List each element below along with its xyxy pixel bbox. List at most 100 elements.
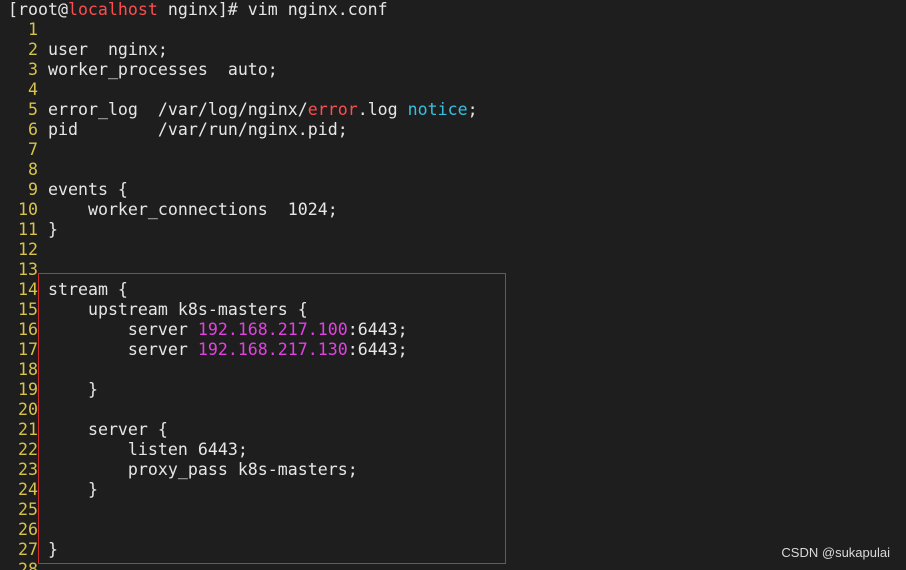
line-number: 14 xyxy=(18,280,38,299)
line-number: 6 xyxy=(28,120,38,139)
code-token-plain: user nginx; xyxy=(48,40,168,59)
code-token-plain: } xyxy=(48,540,58,559)
line-number: 25 xyxy=(18,500,38,519)
code-token-plain: } xyxy=(48,480,98,499)
editor-line[interactable]: 24 } xyxy=(0,480,906,500)
line-number: 18 xyxy=(18,360,38,379)
code-token-plain: server xyxy=(48,320,198,339)
line-number: 4 xyxy=(28,80,38,99)
shell-prompt: [root@localhost nginx]# vim nginx.conf xyxy=(8,0,388,20)
editor-line[interactable]: 12 xyxy=(0,240,906,260)
line-number: 1 xyxy=(28,20,38,39)
code-token-plain: .log xyxy=(357,100,408,119)
editor-line[interactable]: 23 proxy_pass k8s-masters; xyxy=(0,460,906,480)
editor-line[interactable]: 7 xyxy=(0,140,906,160)
line-number: 7 xyxy=(28,140,38,159)
line-number: 17 xyxy=(18,340,38,359)
line-number: 23 xyxy=(18,460,38,479)
line-number: 5 xyxy=(28,100,38,119)
line-number: 16 xyxy=(18,320,38,339)
code-token-plain: server xyxy=(48,340,198,359)
editor-line[interactable]: 2 user nginx; xyxy=(0,40,906,60)
editor-line[interactable]: 6 pid /var/run/nginx.pid; xyxy=(0,120,906,140)
editor-line[interactable]: 4 xyxy=(0,80,906,100)
line-code: } xyxy=(38,540,58,560)
line-code: pid /var/run/nginx.pid; xyxy=(38,120,348,140)
editor-line[interactable]: 20 xyxy=(0,400,906,420)
editor-line[interactable]: 1 xyxy=(0,20,906,40)
code-token-plain: :6443; xyxy=(347,340,408,359)
line-number: 19 xyxy=(18,380,38,399)
line-number: 24 xyxy=(18,480,38,499)
line-code: proxy_pass k8s-masters; xyxy=(38,460,358,480)
code-token-plain: server { xyxy=(48,420,168,439)
editor-line[interactable]: 28 xyxy=(0,560,906,570)
line-code: listen 6443; xyxy=(38,440,248,460)
editor-line[interactable]: 17 server 192.168.217.130:6443; xyxy=(0,340,906,360)
editor-line[interactable]: 10 worker_connections 1024; xyxy=(0,200,906,220)
line-number: 3 xyxy=(28,60,38,79)
code-token-plain: :6443; xyxy=(347,320,408,339)
code-token-plain: worker_connections 1024; xyxy=(48,200,338,219)
line-code: } xyxy=(38,480,98,500)
code-token-plain: ; xyxy=(467,100,478,119)
code-token-plain: } xyxy=(48,380,98,399)
code-token-plain: pid /var/run/nginx.pid; xyxy=(48,120,348,139)
code-token-plain: proxy_pass k8s-masters; xyxy=(48,460,358,479)
code-token-ip: 192.168.217.100 xyxy=(197,320,348,339)
line-number: 28 xyxy=(18,560,38,570)
editor-line[interactable]: 21 server { xyxy=(0,420,906,440)
code-token-plain: stream { xyxy=(48,280,128,299)
line-code: server 192.168.217.130:6443; xyxy=(38,340,408,360)
editor-line[interactable]: 27} xyxy=(0,540,906,560)
editor-line[interactable]: 18 xyxy=(0,360,906,380)
line-number: 12 xyxy=(18,240,38,259)
terminal-window[interactable]: [root@localhost nginx]# vim nginx.conf 1… xyxy=(0,0,906,570)
code-token-plain: listen 6443; xyxy=(48,440,248,459)
line-number: 2 xyxy=(28,40,38,59)
code-token-err: error xyxy=(307,100,358,119)
line-number: 27 xyxy=(18,540,38,559)
code-token-plain: worker_processes auto; xyxy=(48,60,278,79)
prompt-bracket: [ xyxy=(8,0,18,19)
line-code: server { xyxy=(38,420,168,440)
line-code: error_log /var/log/nginx/error.log notic… xyxy=(38,100,478,120)
editor-line[interactable]: 5 error_log /var/log/nginx/error.log noti… xyxy=(0,100,906,120)
editor-line[interactable]: 19 } xyxy=(0,380,906,400)
editor-line[interactable]: 14 stream { xyxy=(0,280,906,300)
editor-line[interactable]: 13 xyxy=(0,260,906,280)
editor-buffer[interactable]: 1 2 user nginx; 3 worker_processes auto; 4 5 er… xyxy=(0,20,906,570)
line-number: 10 xyxy=(18,200,38,219)
line-code: user nginx; xyxy=(38,40,168,60)
editor-line[interactable]: 8 xyxy=(0,160,906,180)
prompt-command: nginx]# vim nginx.conf xyxy=(157,0,388,19)
line-number: 8 xyxy=(28,160,38,179)
code-token-notice: notice xyxy=(407,100,468,119)
code-token-plain: } xyxy=(48,220,58,239)
line-number: 26 xyxy=(18,520,38,539)
line-number: 15 xyxy=(18,300,38,319)
prompt-user: root@ xyxy=(18,0,68,19)
editor-line[interactable]: 25 xyxy=(0,500,906,520)
line-number: 20 xyxy=(18,400,38,419)
line-number: 21 xyxy=(18,420,38,439)
editor-line[interactable]: 16 server 192.168.217.100:6443; xyxy=(0,320,906,340)
line-number: 22 xyxy=(18,440,38,459)
watermark: CSDN @sukapulai xyxy=(781,545,890,560)
editor-line[interactable]: 15 upstream k8s-masters { xyxy=(0,300,906,320)
editor-line[interactable]: 3 worker_processes auto; xyxy=(0,60,906,80)
editor-line[interactable]: 26 xyxy=(0,520,906,540)
line-number: 11 xyxy=(18,220,38,239)
line-code: server 192.168.217.100:6443; xyxy=(38,320,408,340)
prompt-host: localhost xyxy=(67,0,158,19)
line-number: 9 xyxy=(28,180,38,199)
code-token-plain: error_log /var/log/nginx/ xyxy=(48,100,308,119)
editor-line[interactable]: 11} xyxy=(0,220,906,240)
line-code: worker_processes auto; xyxy=(38,60,278,80)
editor-line[interactable]: 22 listen 6443; xyxy=(0,440,906,460)
editor-line[interactable]: 9 events { xyxy=(0,180,906,200)
code-token-plain: events { xyxy=(48,180,128,199)
line-code: upstream k8s-masters { xyxy=(38,300,308,320)
line-number: 13 xyxy=(18,260,38,279)
line-code: stream { xyxy=(38,280,128,300)
